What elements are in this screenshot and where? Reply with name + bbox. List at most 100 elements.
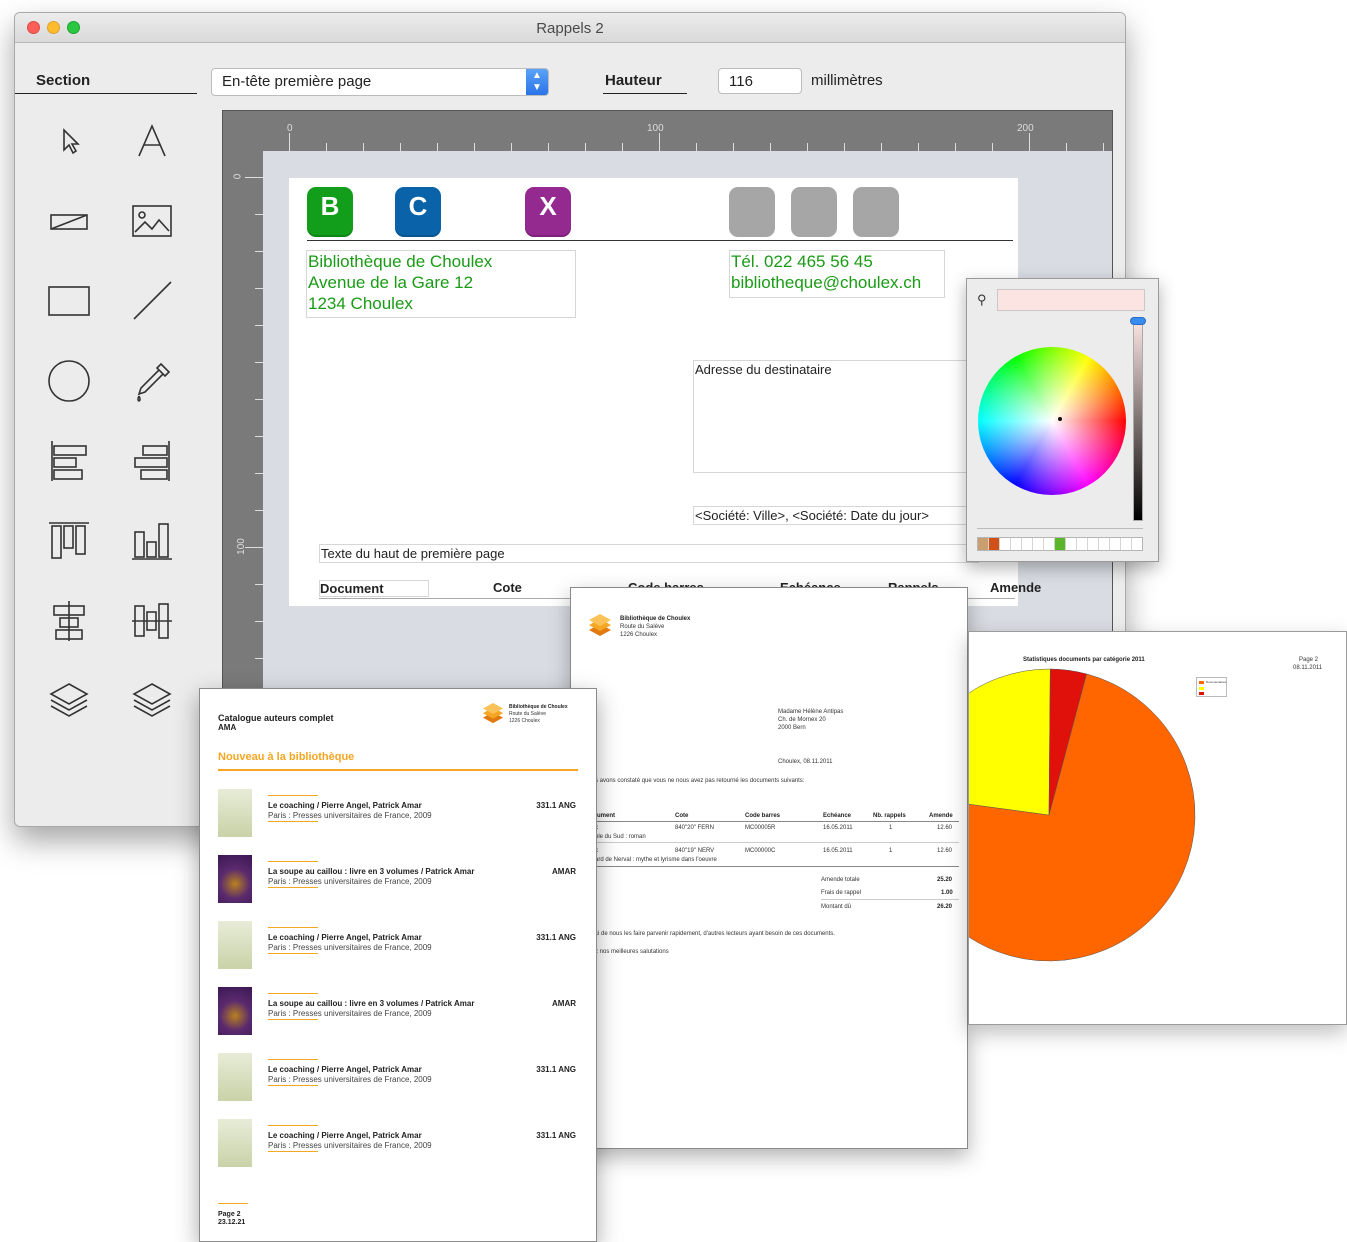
swatch-empty[interactable] <box>1022 538 1033 550</box>
entry-call-number: 331.1 ANG <box>536 1065 576 1074</box>
library-phone-text: Tél. 022 465 56 45 <box>731 252 873 271</box>
center-horizontal-icon[interactable] <box>39 591 99 651</box>
letter-col-rappels: Nb. rappels <box>873 813 906 819</box>
center-vertical-icon[interactable] <box>122 591 182 651</box>
ruler-tick <box>255 325 263 326</box>
swatch-empty[interactable] <box>1044 538 1055 550</box>
color-picker-panel[interactable]: ⚲ <box>966 278 1159 562</box>
color-swatches[interactable] <box>977 537 1143 551</box>
send-back-icon[interactable] <box>122 671 182 731</box>
letter-table-rule <box>595 821 959 822</box>
letter-row2-doc2: ard de Nerval : mythe et lyrisme dans l'… <box>595 857 717 863</box>
entry-title: Le coaching / Pierre Angel, Patrick Amar <box>268 1131 422 1140</box>
place-date-field[interactable]: <Société: Ville>, <Société: Date du jour… <box>693 506 978 525</box>
swatch-empty[interactable] <box>1099 538 1110 550</box>
swatch-orange[interactable] <box>989 538 1000 550</box>
entry-call-number: AMAR <box>552 999 576 1008</box>
catalog-title: Catalogue auteurs complet <box>218 713 334 723</box>
letter-row1-amende: 12.60 <box>937 825 953 831</box>
catalog-date-label: 23.12.21 <box>218 1219 246 1226</box>
swatch-empty[interactable] <box>1033 538 1044 550</box>
height-input[interactable]: 116 <box>718 68 802 94</box>
brightness-slider[interactable] <box>1133 321 1143 521</box>
recipient-address-field[interactable]: Adresse du destinataire <box>693 360 978 473</box>
letter-recipient-name: Madame Hélène Antipas <box>778 709 844 715</box>
ruler-tick <box>255 584 263 585</box>
ruler-tick <box>255 436 263 437</box>
column-cote[interactable]: Cote <box>493 580 522 595</box>
color-search-input[interactable] <box>997 289 1145 311</box>
book-cover-coaching <box>218 789 252 837</box>
letter-col-document: ument <box>597 813 615 819</box>
ruler-left-label-0: 0 <box>232 173 244 180</box>
ruler-tick <box>511 143 512 151</box>
entry-top-rule <box>268 993 318 994</box>
letter-recipient-city: 2000 Bern <box>778 725 806 731</box>
library-contact-field[interactable]: Tél. 022 465 56 45 bibliotheque@choulex.… <box>729 250 945 298</box>
catalog-entry: Le coaching / Pierre Angel, Patrick Amar… <box>218 1053 580 1113</box>
letter-org-name: Bibliothèque de Choulex <box>620 616 691 622</box>
ruler-tick <box>1066 143 1067 151</box>
field-icon[interactable] <box>39 191 99 251</box>
library-address-field[interactable]: Bibliothèque de Choulex Avenue de la Gar… <box>306 250 576 318</box>
line-icon[interactable] <box>122 271 182 331</box>
intro-text-field[interactable]: Texte du haut de première page <box>319 544 979 563</box>
letter-row1-cote: 840"20" FERN <box>675 825 714 831</box>
library-b-button: B <box>307 187 353 237</box>
entry-publisher: Paris : Presses universitaires de France… <box>268 811 432 820</box>
title-bar[interactable]: Rappels 2 <box>15 13 1125 43</box>
catalog-org-city: 1226 Choulex <box>509 718 540 724</box>
swatch-empty[interactable] <box>1121 538 1132 550</box>
ruler-tick <box>1029 133 1030 151</box>
oval-icon[interactable] <box>39 351 99 411</box>
align-bottom-icon[interactable] <box>122 511 182 571</box>
column-amende[interactable]: Amende <box>990 580 1041 595</box>
swatch-empty[interactable] <box>1066 538 1077 550</box>
entry-publisher: Paris : Presses universitaires de France… <box>268 1075 432 1084</box>
swatch-empty[interactable] <box>1011 538 1022 550</box>
rectangle-icon[interactable] <box>39 271 99 331</box>
letter-org-street: Route du Salève <box>620 624 665 630</box>
library-street-text: Avenue de la Gare 12 <box>308 273 474 292</box>
letter-row1-code: MC00005R <box>745 825 776 831</box>
swatch-tan[interactable] <box>978 538 989 550</box>
letter-table-bottom-rule <box>595 866 959 867</box>
ruler-tick <box>881 143 882 151</box>
color-wheel[interactable] <box>978 347 1126 495</box>
section-select[interactable]: En-tête première page ▲ ▼ <box>211 68 549 96</box>
picture-icon[interactable] <box>122 191 182 251</box>
ruler-tick <box>955 143 956 151</box>
swatch-empty[interactable] <box>1077 538 1088 550</box>
align-top-icon[interactable] <box>39 511 99 571</box>
bring-front-icon[interactable] <box>39 671 99 731</box>
align-right-icon[interactable] <box>122 431 182 491</box>
letter-due-value: 26.20 <box>937 904 953 910</box>
library-books-logo <box>482 703 504 724</box>
swatch-empty[interactable] <box>1110 538 1121 550</box>
text-icon[interactable] <box>122 111 182 171</box>
select-stepper-icon[interactable]: ▲ ▼ <box>526 69 548 95</box>
eyedropper-icon[interactable] <box>122 351 182 411</box>
placeholder-logo-3 <box>853 187 899 237</box>
align-left-icon[interactable] <box>39 431 99 491</box>
book-cover-coaching <box>218 1053 252 1101</box>
entry-publisher: Paris : Presses universitaires de France… <box>268 1009 432 1018</box>
color-wheel-cursor[interactable] <box>1058 417 1062 421</box>
entry-call-number: 331.1 ANG <box>536 1131 576 1140</box>
letter-row1-doc2: ole du Sud : roman <box>595 834 646 840</box>
letter-row2-amende: 12.60 <box>937 848 953 854</box>
intro-text: Texte du haut de première page <box>321 546 505 561</box>
swatch-empty[interactable] <box>1000 538 1011 550</box>
swatch-empty[interactable] <box>1088 538 1099 550</box>
entry-bottom-rule <box>268 1019 318 1020</box>
column-document[interactable]: Document <box>319 580 429 597</box>
section-underline <box>15 93 197 94</box>
brightness-slider-knob[interactable] <box>1130 317 1146 325</box>
letter-total-label: Amende totale <box>821 877 860 883</box>
book-cover-soupe <box>218 855 252 903</box>
swatch-green[interactable] <box>1055 538 1066 550</box>
letter-col-amende: Amende <box>929 813 953 819</box>
pointer-icon[interactable] <box>39 111 99 171</box>
ruler-tick <box>770 143 771 151</box>
ruler-tick <box>255 399 263 400</box>
